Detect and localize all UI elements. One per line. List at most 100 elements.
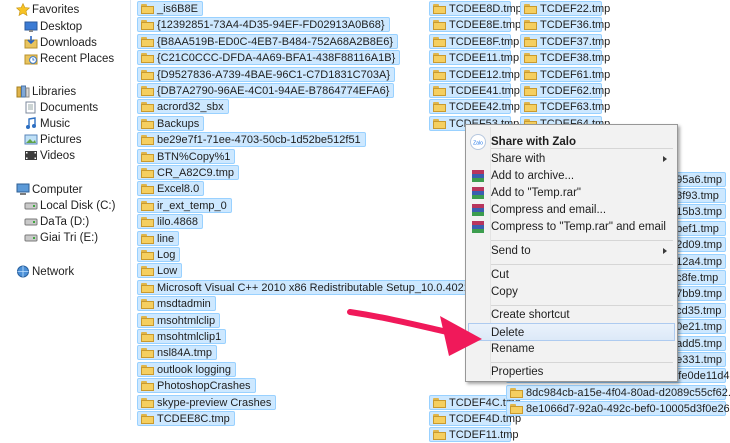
file-item[interactable]: TCDEF4C.tmp: [429, 394, 521, 410]
folder-icon: [524, 102, 537, 113]
navigation-pane: Favorites Desktop Downloads Recent Place…: [0, 0, 131, 420]
menu-item-add-to-temp-rar[interactable]: Add to "Temp.rar": [468, 184, 675, 202]
file-item[interactable]: msohtmlclip: [137, 312, 221, 328]
menu-item-share-with[interactable]: Share with: [468, 150, 675, 168]
folder-icon: [141, 381, 154, 392]
zalo-icon: Zalo: [470, 134, 486, 150]
file-name: PhotoshopCrashes: [157, 380, 251, 393]
file-item[interactable]: Backups: [137, 115, 205, 131]
file-item[interactable]: {DB7A2790-96AE-4C01-94AE-B7864774EFA6}: [137, 83, 395, 98]
file-item[interactable]: TCDEF11.tmp: [429, 427, 518, 443]
file-item[interactable]: TCDEE8F.tmp: [429, 33, 519, 49]
file-item[interactable]: line: [137, 230, 180, 246]
menu-item-delete[interactable]: Delete: [468, 323, 675, 341]
file-item[interactable]: {12392851-73A4-4D35-94EF-FD02913A0B68}: [137, 17, 390, 33]
file-name: {D9527836-A739-4BAE-96C1-C7D1831C703A}: [157, 68, 390, 81]
file-item[interactable]: msohtmlclip1: [137, 329, 227, 344]
file-item[interactable]: {D9527836-A739-4BAE-96C1-C7D1831C703A}: [137, 66, 395, 82]
file-item[interactable]: nsl84A.tmp: [137, 345, 218, 361]
folder-icon: [141, 299, 154, 310]
file-item[interactable]: TCDEF63.tmp: [520, 99, 610, 115]
folder-icon: [524, 36, 537, 47]
file-item[interactable]: TCDEE11.tmp: [429, 50, 519, 66]
file-item[interactable]: TCDEE42.tmp: [429, 99, 520, 115]
file-item[interactable]: be29e7f1-71ee-4703-50cb-1d52be512f51: [137, 132, 366, 148]
folder-icon: [433, 118, 446, 129]
file-item[interactable]: TCDEF38.tmp: [520, 50, 610, 66]
file-item[interactable]: skype-preview Crashes: [137, 394, 277, 410]
file-item[interactable]: TCDEF62.tmp: [520, 83, 610, 98]
file-name: CR_A82C9.tmp: [157, 167, 235, 179]
winrar-icon: [472, 221, 484, 233]
file-item[interactable]: outlook logging: [137, 361, 237, 377]
file-item[interactable]: TCDEE8D.tmp: [429, 1, 522, 16]
folder-icon: [141, 184, 154, 195]
menu-item-cut[interactable]: Cut: [468, 266, 675, 284]
file-item[interactable]: TCDEF36.tmp: [520, 17, 610, 33]
menu-item-send-to[interactable]: Send to: [468, 242, 675, 260]
folder-icon: [141, 217, 154, 228]
file-item[interactable]: Microsoft Visual C++ 2010 x86 Redistribu…: [137, 279, 482, 295]
folder-icon: [524, 86, 537, 96]
file-name: Low: [157, 265, 178, 278]
folder-icon: [141, 53, 154, 64]
folder-icon: [141, 69, 154, 80]
file-item[interactable]: TCDEE8E.tmp: [429, 17, 521, 33]
menu-item-compress-and-email[interactable]: Compress and email...: [468, 201, 675, 219]
folder-icon: [433, 36, 446, 47]
file-item[interactable]: Excel8.0: [137, 181, 205, 197]
file-item[interactable]: TCDEF4D.tmp: [429, 411, 521, 426]
file-item[interactable]: TCDEF61.tmp: [520, 66, 610, 82]
file-item[interactable]: TCDEF37.tmp: [520, 33, 610, 49]
file-item[interactable]: TCDEE41.tmp: [429, 83, 520, 98]
file-name: msohtmlclip: [157, 314, 216, 327]
file-name: skype-preview Crashes: [157, 396, 272, 409]
file-item[interactable]: acrord32_sbx: [137, 99, 229, 115]
file-name: TCDEF36.tmp: [540, 19, 611, 32]
file-name: be29e7f1-71ee-4703-50cb-1d52be512f51: [157, 134, 361, 147]
menu-item-create-shortcut[interactable]: Create shortcut: [468, 306, 675, 324]
file-item[interactable]: lilo.4868: [137, 214, 203, 230]
file-item[interactable]: TCDEF22.tmp: [520, 1, 610, 16]
menu-item-copy[interactable]: Copy: [468, 283, 675, 301]
menu-item-properties[interactable]: Properties: [468, 363, 675, 381]
documents-icon: [25, 101, 36, 114]
file-item[interactable]: CR_A82C9.tmp: [137, 165, 240, 180]
menu-item-compress-temp-rar-email[interactable]: Compress to "Temp.rar" and email: [468, 218, 675, 236]
file-item[interactable]: _is6B8E: [137, 1, 203, 16]
file-name: TCDEE8E.tmp: [449, 19, 522, 32]
folder-icon: [141, 250, 154, 260]
file-item[interactable]: Low: [137, 263, 183, 279]
file-name: outlook logging: [157, 363, 232, 376]
menu-item-rename[interactable]: Rename: [468, 340, 675, 358]
file-name: TCDEE41.tmp: [449, 85, 520, 97]
file-item[interactable]: Log: [137, 247, 181, 262]
folder-icon: [510, 404, 523, 415]
file-name: _is6B8E: [157, 3, 198, 15]
file-item[interactable]: {C21C0CCC-DFDA-4A69-BFA1-438F88116A1B}: [137, 50, 401, 66]
file-name: TCDEF22.tmp: [540, 3, 611, 15]
folder-icon: [433, 102, 446, 113]
file-name: acrord32_sbx: [157, 101, 224, 114]
folder-icon: [433, 86, 446, 96]
menu-item-add-to-archive[interactable]: Add to archive...: [468, 167, 675, 185]
drive-icon: [24, 202, 38, 210]
folder-icon: [141, 315, 154, 326]
folder-icon: [141, 282, 154, 293]
file-name: BTN%Copy%1: [157, 150, 231, 163]
winrar-icon: [472, 170, 484, 182]
file-item[interactable]: ir_ext_temp_0: [137, 197, 232, 213]
file-item[interactable]: 8e1066d7-92a0-492c-bef0-10005d3f0e26.tmp: [506, 401, 730, 417]
file-name: TCDEF38.tmp: [540, 52, 611, 65]
desktop-icon: [24, 21, 38, 32]
file-name: Excel8.0: [157, 183, 200, 196]
folder-icon: [141, 168, 154, 178]
file-item[interactable]: TCDEE8C.tmp: [137, 411, 235, 426]
file-item[interactable]: {B8AA519B-ED0C-4EB7-B484-752A68A2B8E6}: [137, 33, 399, 49]
file-item[interactable]: BTN%Copy%1: [137, 148, 236, 164]
file-item[interactable]: TCDEE12.tmp: [429, 66, 520, 82]
file-name: TCDEE8D.tmp: [449, 3, 522, 15]
file-item[interactable]: 8dc984cb-a15e-4f04-80ad-d2089c55cf62.tmp: [506, 384, 730, 400]
file-item[interactable]: msdtadmin: [137, 296, 216, 312]
file-item[interactable]: PhotoshopCrashes: [137, 378, 256, 394]
